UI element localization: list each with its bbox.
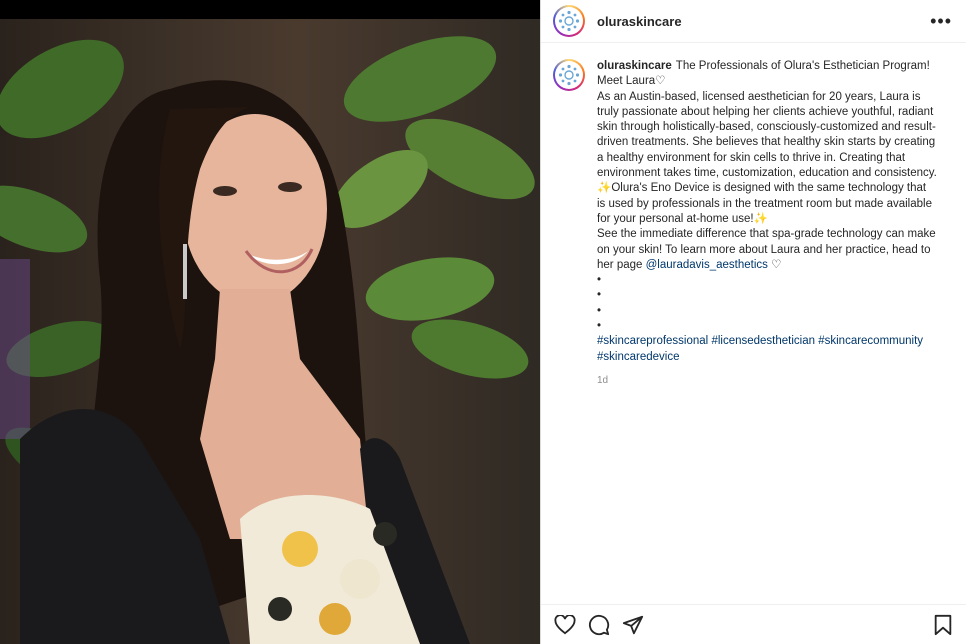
mention-link[interactable]: @lauradavis_aesthetics bbox=[646, 259, 768, 271]
header-username[interactable]: oluraskincare bbox=[597, 14, 930, 29]
olura-logo-icon bbox=[558, 64, 580, 86]
bullet: • bbox=[597, 320, 602, 333]
bookmark-icon bbox=[934, 614, 952, 635]
bullet: • bbox=[597, 289, 602, 302]
bullet: • bbox=[597, 304, 602, 317]
profile-avatar[interactable] bbox=[553, 5, 585, 37]
save-button[interactable] bbox=[931, 613, 955, 637]
post-caption: oluraskincare The Professionals of Olura'… bbox=[597, 59, 937, 388]
heart-emoji: ♡ bbox=[771, 258, 782, 271]
bullet: • bbox=[597, 274, 602, 287]
caption-line-title: The Professionals of Olura's Esthetician… bbox=[675, 60, 930, 72]
send-icon bbox=[622, 615, 644, 634]
post-side-panel: oluraskincare ••• oluraskincare The Profe… bbox=[540, 0, 966, 644]
caption-username[interactable]: oluraskincare bbox=[597, 60, 672, 72]
caption-avatar[interactable] bbox=[553, 59, 585, 91]
share-button[interactable] bbox=[621, 613, 645, 637]
heart-icon bbox=[554, 614, 576, 634]
caption-line-meet: Meet Laura♡ bbox=[597, 75, 666, 88]
portrait-illustration bbox=[0, 36, 535, 644]
like-button[interactable] bbox=[553, 613, 577, 637]
hashtag-link[interactable]: #licensedesthetician bbox=[711, 335, 815, 347]
post-timestamp[interactable]: 1d bbox=[597, 373, 937, 388]
post-header: oluraskincare ••• bbox=[541, 0, 966, 43]
post-photo[interactable] bbox=[0, 19, 540, 644]
caption-line-bio: As an Austin-based, licensed aestheticia… bbox=[597, 90, 937, 180]
comment-icon bbox=[588, 614, 610, 635]
hashtag-link[interactable]: #skincarecommunity bbox=[818, 335, 923, 347]
caption-line-device: ✨Olura's Eno Device is designed with the… bbox=[597, 182, 932, 225]
hashtag-link[interactable]: #skincaredevice bbox=[597, 351, 679, 363]
top-black-strip bbox=[0, 0, 540, 19]
hashtag-link[interactable]: #skincareprofessional bbox=[597, 335, 708, 347]
more-options-icon[interactable]: ••• bbox=[930, 12, 952, 30]
comment-button[interactable] bbox=[587, 613, 611, 637]
action-bar bbox=[541, 604, 966, 644]
olura-logo-icon bbox=[558, 10, 580, 32]
caption-section: oluraskincare The Professionals of Olura'… bbox=[541, 43, 966, 388]
